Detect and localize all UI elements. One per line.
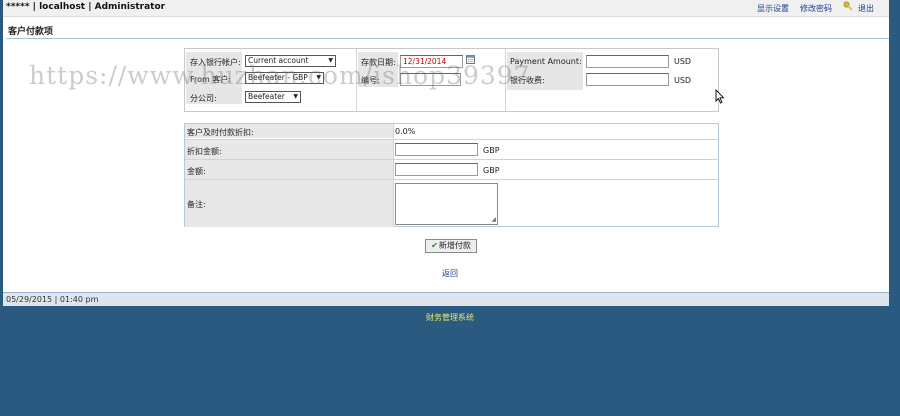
back-link[interactable]: 返回 (442, 268, 458, 279)
key-icon (843, 1, 853, 11)
memo-row: 备注: ◢ (185, 179, 718, 227)
add-payment-label: 新增付款 (438, 241, 471, 250)
from-customer-value: Beefeater - GBP (248, 73, 308, 82)
from-customer-label: From 客户: (190, 75, 232, 84)
memo-textarea[interactable]: ◢ (395, 183, 498, 225)
amount-label: 金额: (187, 167, 206, 176)
top-bar: ***** | localhost | Administrator 显示设置 修… (3, 0, 889, 17)
main-panel: ***** | localhost | Administrator 显示设置 修… (3, 0, 889, 306)
display-settings-link[interactable]: 显示设置 (757, 3, 789, 14)
discount-rate-value: 0.0% (395, 127, 416, 136)
deposit-account-value: Current account (248, 56, 309, 65)
status-bar: 05/29/2015 | 01:40 pm (3, 292, 889, 306)
footer-text: 财务管理系统 (426, 313, 474, 322)
reference-input[interactable] (400, 73, 461, 86)
deposit-date-label: 存款日期: (361, 58, 396, 67)
mouse-cursor-icon (715, 89, 725, 104)
payment-amount-label: Payment Amount: (510, 57, 582, 66)
chevron-down-icon: ▼ (293, 93, 298, 100)
from-customer-select[interactable]: Beefeater - GBP ▼ (245, 72, 324, 84)
discount-amount-currency: GBP (483, 146, 500, 155)
payment-details-table: 客户及时付款折扣: 0.0% 折扣金额: GBP 金额: GBP 备注: ◢ (184, 123, 719, 227)
payment-header-form: 存入银行帐户: Current account ▼ From 客户: Beefe… (184, 48, 719, 112)
logout-link[interactable]: 退出 (858, 3, 874, 14)
memo-label: 备注: (187, 200, 206, 209)
chevron-down-icon: ▼ (328, 57, 333, 64)
bank-charge-label: 银行收费: (510, 76, 545, 85)
deposit-date-input[interactable]: 12/31/2014 (400, 55, 463, 68)
resize-grip-icon[interactable]: ◢ (491, 216, 496, 223)
discount-amount-label: 折扣金额: (187, 147, 222, 156)
chevron-down-icon: ▼ (316, 74, 321, 81)
label-cell (185, 180, 394, 227)
column-divider (356, 49, 357, 111)
deposit-account-label: 存入银行帐户: (190, 58, 241, 67)
app-title: ***** | localhost | Administrator (6, 2, 166, 12)
amount-input[interactable] (395, 163, 478, 176)
column-divider (505, 49, 506, 111)
bank-charge-input[interactable] (586, 73, 669, 86)
discount-amount-input[interactable] (395, 143, 478, 156)
discount-rate-row: 客户及时付款折扣: 0.0% (185, 124, 718, 138)
discount-rate-label: 客户及时付款折扣: (187, 128, 254, 137)
deposit-account-select[interactable]: Current account ▼ (245, 55, 336, 67)
page-title: 客户付款项 (8, 27, 54, 37)
branch-select[interactable]: Beefeater ▼ (245, 91, 301, 103)
calendar-icon[interactable] (466, 55, 475, 64)
status-datetime: 05/29/2015 | 01:40 pm (6, 295, 99, 304)
payment-currency: USD (674, 57, 692, 66)
reference-label: 编号: (361, 76, 380, 85)
payment-amount-input[interactable] (586, 55, 669, 68)
change-password-link[interactable]: 修改密码 (800, 3, 832, 14)
discount-amount-row: 折扣金额: GBP (185, 139, 718, 159)
amount-row: 金额: GBP (185, 159, 718, 179)
bank-charge-currency: USD (674, 76, 692, 85)
add-payment-button[interactable]: ✔新增付款 (425, 239, 477, 253)
label-cell (185, 160, 394, 179)
check-icon: ✔ (431, 241, 438, 250)
branch-label: 分公司: (190, 94, 217, 103)
branch-value: Beefeater (248, 92, 285, 101)
amount-currency: GBP (483, 166, 500, 175)
title-divider (6, 38, 889, 39)
